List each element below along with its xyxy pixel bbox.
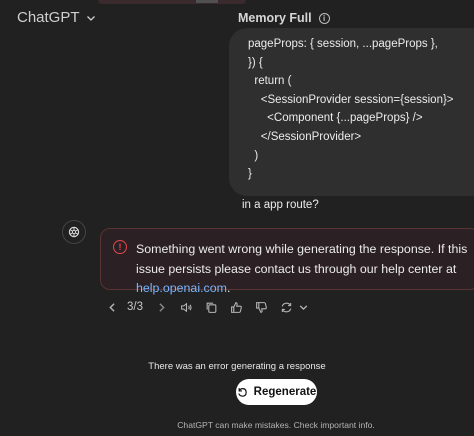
info-icon[interactable]: i <box>318 12 330 24</box>
chevron-left-icon[interactable] <box>104 299 120 315</box>
generation-error-text: There was an error generating a response <box>148 361 326 372</box>
error-message-prefix: Something went wrong while generating th… <box>136 242 468 276</box>
regenerate-icon <box>237 387 247 397</box>
error-message-box: ! Something went wrong while generating … <box>100 228 474 295</box>
code-block: pageProps: { session, ...pageProps }, }) … <box>242 35 474 184</box>
user-message-bubble: pageProps: { session, ...pageProps }, }) … <box>229 28 474 211</box>
code-line: <Component {...pageProps} /> <box>248 112 423 125</box>
copy-icon[interactable] <box>203 299 219 315</box>
code-line: ) <box>248 149 259 162</box>
code-line: }) { <box>248 56 263 69</box>
regenerate-button[interactable]: Regenerate <box>236 379 317 405</box>
memory-status[interactable]: Memory Full i <box>238 11 330 25</box>
code-line: </SessionProvider> <box>248 130 362 143</box>
speaker-icon[interactable] <box>178 299 194 315</box>
thumbs-up-icon[interactable] <box>228 299 244 315</box>
chevron-down-icon[interactable] <box>295 299 311 315</box>
code-line: <SessionProvider session={session}> <box>248 93 454 106</box>
message-actions: 3/3 <box>104 299 320 315</box>
memory-label: Memory Full <box>238 11 312 25</box>
code-line: return ( <box>248 75 292 88</box>
chevron-right-icon[interactable] <box>153 299 169 315</box>
top-overlay-scrollbar <box>196 0 218 3</box>
user-question: in a app route? <box>242 198 319 211</box>
error-message-text: Something went wrong while generating th… <box>136 240 474 299</box>
assistant-avatar <box>62 220 86 244</box>
alert-circle-icon: ! <box>113 240 127 254</box>
disclaimer-text: ChatGPT can make mistakes. Check importa… <box>177 420 375 430</box>
chevron-down-icon <box>86 15 95 21</box>
model-label: ChatGPT <box>17 9 80 26</box>
model-switcher[interactable]: ChatGPT <box>17 9 96 26</box>
code-line: } <box>248 168 252 181</box>
openai-logo-icon <box>68 226 80 238</box>
regenerate-label: Regenerate <box>253 386 317 398</box>
code-line: pageProps: { session, ...pageProps }, <box>248 38 438 50</box>
error-message-suffix: . <box>226 281 231 295</box>
top-overlay-strip <box>98 0 246 4</box>
thumbs-down-icon[interactable] <box>253 299 269 315</box>
help-center-link[interactable]: help.openai.com <box>136 281 227 295</box>
refresh-icon[interactable] <box>278 299 294 315</box>
response-pager: 3/3 <box>127 301 143 313</box>
